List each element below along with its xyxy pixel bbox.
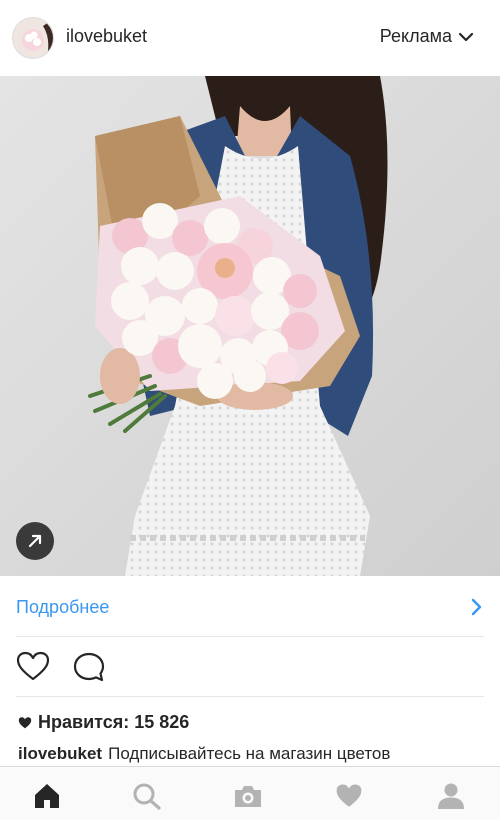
more-link-row[interactable]: Подробнее xyxy=(0,578,500,636)
post-header: ilovebuket Реклама xyxy=(0,0,500,76)
comment-icon[interactable] xyxy=(72,650,106,684)
likes-count[interactable]: Нравится: 15 826 xyxy=(18,712,189,733)
search-icon[interactable] xyxy=(132,782,162,810)
caption-text: Подписывайтесь на магазин цветов xyxy=(108,744,391,763)
camera-icon[interactable] xyxy=(233,782,263,810)
divider xyxy=(16,636,484,637)
chevron-down-icon xyxy=(458,32,474,41)
heart-icon[interactable] xyxy=(334,782,364,810)
post-photo[interactable] xyxy=(0,76,500,576)
avatar[interactable] xyxy=(12,17,54,59)
post-username[interactable]: ilovebuket xyxy=(66,26,147,47)
sponsored-menu[interactable]: Реклама xyxy=(380,26,474,47)
heart-icon[interactable] xyxy=(16,650,50,684)
tab-bar xyxy=(0,766,500,820)
post-caption: ilovebuket Подписывайтесь на магазин цвет… xyxy=(18,744,390,764)
profile-icon[interactable] xyxy=(436,782,466,810)
heart-filled-icon xyxy=(18,716,32,728)
expand-button[interactable] xyxy=(16,522,54,560)
sponsored-label: Реклама xyxy=(379,26,452,46)
more-link[interactable]: Подробнее xyxy=(16,597,109,618)
divider xyxy=(16,696,484,697)
likes-text: Нравится: 15 826 xyxy=(38,712,190,732)
home-icon[interactable] xyxy=(32,782,62,810)
chevron-right-icon xyxy=(471,598,482,616)
arrow-up-right-icon xyxy=(28,534,42,548)
caption-username[interactable]: ilovebuket xyxy=(18,744,102,763)
post-actions xyxy=(0,640,500,694)
